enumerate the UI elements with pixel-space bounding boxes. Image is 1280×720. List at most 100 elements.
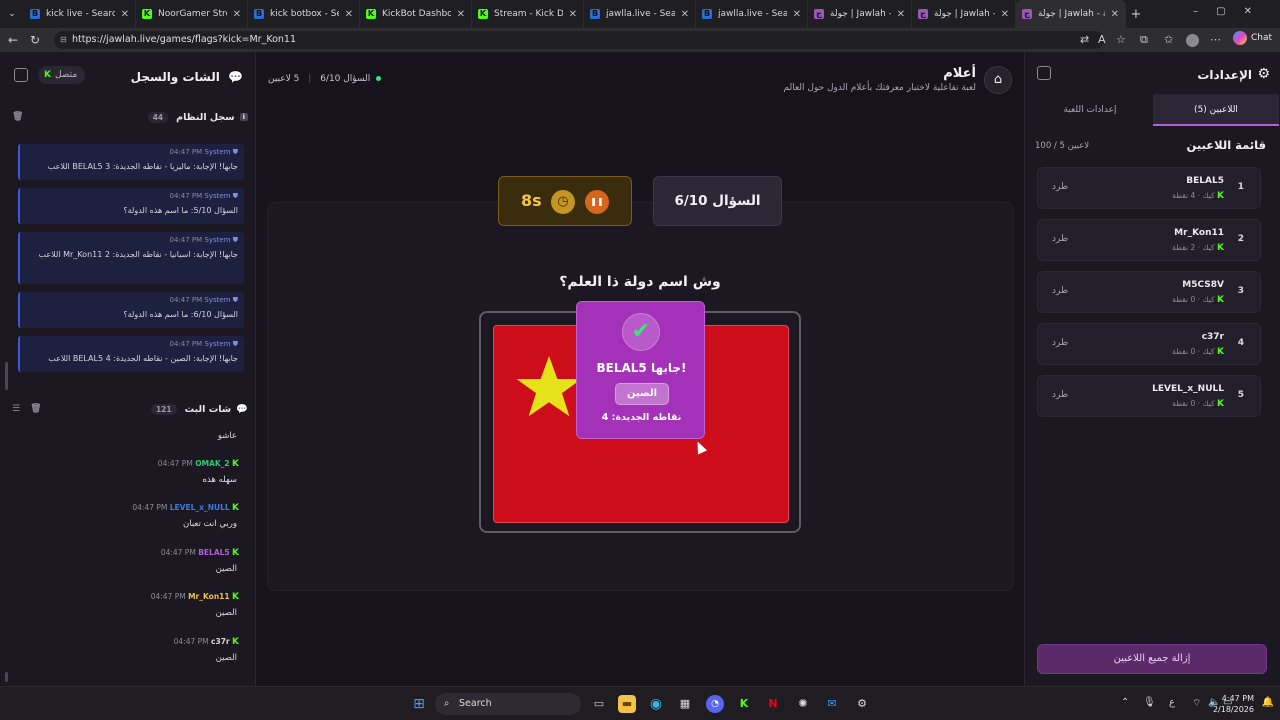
system-log-item: 04:47 PM System ⛊ السؤال 6/10: ما اسم هذه… [18, 292, 244, 328]
close-tab-icon[interactable]: ✕ [569, 9, 577, 20]
checkmark-icon: ✔ [622, 313, 660, 351]
chat-panel-title: الشات والسجل 💬 [131, 70, 243, 84]
browser-tab[interactable]: ج جولة | Jawlah - منصة ✕ [912, 0, 1016, 28]
wifi-icon[interactable]: ⌔ [1192, 697, 1201, 710]
system-log-text: اللاعب BELAL5 جابها! الإجابة: ماليزيا - … [47, 162, 238, 171]
chat-username[interactable]: Mr_Kon11 [188, 592, 230, 601]
more-menu-icon[interactable]: ⋯ [1210, 33, 1221, 46]
new-tab-button[interactable]: + [1126, 7, 1146, 22]
system-log-meta: 04:47 PM System ⛊ [26, 296, 239, 305]
close-tab-icon[interactable]: ✕ [897, 9, 905, 20]
trash-icon[interactable]: 🗑 [30, 404, 41, 414]
player-rank: 4 [1237, 338, 1244, 348]
settings-tab[interactable]: إعدادات اللعبة [1027, 94, 1153, 126]
tab-actions-chevron-icon[interactable]: ⌄ [0, 9, 24, 19]
online-dot-icon [376, 76, 382, 81]
browser-tab[interactable]: Bkick live - Search ✕ [24, 0, 136, 28]
microphone-icon[interactable]: 🎙 [1143, 697, 1156, 708]
players-online-text: 5 لاعبين [268, 74, 300, 84]
browser-tab[interactable]: ج جولة | Jawlah - منصة ✕ [808, 0, 912, 28]
kick-player-button[interactable]: طرد [1052, 338, 1068, 348]
chat-scrollbar[interactable] [5, 672, 8, 682]
extensions-icon[interactable]: ⧉ [1140, 33, 1148, 47]
browser-tab[interactable]: Bjawlla.live - Search ✕ [584, 0, 696, 28]
chat-username[interactable]: LEVEL_x_NULL [170, 503, 230, 512]
tab-favicon-icon: B [702, 9, 712, 19]
chat-message-meta: 04:47 PM OMAK_2 K [158, 459, 239, 469]
kick-player-button[interactable]: طرد [1052, 390, 1068, 400]
close-tab-icon[interactable]: ✕ [121, 9, 129, 20]
chat-username[interactable]: BELAL5 [198, 548, 229, 557]
message-time: 04:47 PM [132, 503, 168, 512]
translate-icon[interactable]: ⇄ [1080, 33, 1089, 46]
reload-icon[interactable]: ↻ [24, 33, 46, 47]
browser-tab[interactable]: K NoorGamer Stream ✕ [136, 0, 248, 28]
kick-player-button[interactable]: طرد [1052, 182, 1068, 192]
close-tab-icon[interactable]: ✕ [233, 9, 241, 20]
chat-message-meta: 04:47 PM BELAL5 K [161, 548, 239, 558]
kick-player-button[interactable]: طرد [1052, 234, 1068, 244]
close-tab-icon[interactable]: ✕ [345, 9, 353, 20]
close-tab-icon[interactable]: ✕ [457, 9, 465, 20]
store-icon[interactable]: ▦ [676, 695, 694, 713]
system-log-count: 44 [147, 111, 169, 123]
browser-tab[interactable]: Bkick botbox - Search ✕ [248, 0, 360, 28]
netflix-icon[interactable]: N [764, 695, 782, 713]
pause-button[interactable]: ❚❚ [585, 190, 609, 214]
system-log-item: 04:47 PM System ⛊ اللاعب BELAL5 جابها! ال… [18, 336, 244, 372]
task-view-icon[interactable]: ▭ [590, 695, 608, 713]
back-arrow-icon[interactable]: ← [2, 33, 24, 47]
system-log-text: اللاعب Mr_Kon11 جابها! الإجابة: اسبانيا … [38, 250, 238, 259]
windows-start-icon[interactable]: ⊞ [410, 695, 428, 713]
copilot-chat-button[interactable]: Chat [1232, 31, 1272, 45]
browser-tab[interactable]: K KickBot Dashboard ✕ [360, 0, 472, 28]
discord-icon[interactable]: ◔ [706, 695, 724, 713]
settings-tab[interactable]: اللاعبين (5) [1153, 94, 1279, 126]
site-info-icon[interactable]: ⊟ [60, 31, 67, 49]
url-field[interactable]: ⊟ https://jawlah.live/games/flags?kick=M… [54, 31, 1104, 49]
kick-badge-icon: K [232, 459, 239, 469]
kick-app-icon[interactable]: K [735, 695, 753, 713]
close-tab-icon[interactable]: ✕ [681, 9, 689, 20]
kick-player-button[interactable]: طرد [1052, 286, 1068, 296]
window-controls[interactable]: –▢✕ [1193, 6, 1270, 17]
settings-app-icon[interactable]: ⚙ [853, 695, 871, 713]
player-name: c37r [1201, 332, 1224, 342]
game-area: ⌂ أعلام لعبة تفاعلية لاختبار معرفتك بأعل… [256, 52, 1024, 686]
collapse-left-panel-icon[interactable] [14, 68, 28, 82]
tray-chevron-icon[interactable]: ⌃ [1121, 697, 1129, 708]
game-subtitle: لعبة تفاعلية لاختبار معرفتك بأعلام الدول… [783, 83, 976, 93]
browser-tab[interactable]: K Stream - Kick Dashb ✕ [472, 0, 584, 28]
favorite-star-icon[interactable]: ☆ [1116, 33, 1126, 46]
close-tab-icon[interactable]: ✕ [1111, 9, 1119, 20]
home-button[interactable]: ⌂ [984, 66, 1012, 94]
close-tab-icon[interactable]: ✕ [793, 9, 801, 20]
favorites-icon[interactable]: ✩ [1164, 33, 1173, 46]
chat-list-icon[interactable]: ☰ [12, 404, 20, 414]
profile-avatar[interactable] [1186, 34, 1199, 47]
edge-icon[interactable]: ◉ [647, 695, 665, 713]
collapse-right-panel-icon[interactable] [1037, 66, 1051, 80]
browser-tab[interactable]: ج جولة | Jawlah - منصة ✕ [1016, 0, 1126, 28]
clear-all-players-button[interactable]: إزالة جميع اللاعبين [1037, 644, 1267, 674]
trash-icon[interactable]: 🗑 [12, 112, 23, 122]
chat-message-meta: 04:47 PM LEVEL_x_NULL K [132, 503, 239, 513]
chatgpt-icon[interactable]: ✺ [794, 695, 812, 713]
taskbar-search[interactable]: ⌕ Search [435, 693, 581, 715]
notifications-icon[interactable]: 🔔 [1262, 697, 1274, 708]
close-tab-icon[interactable]: ✕ [1001, 9, 1009, 20]
outlook-icon[interactable]: ✉ [823, 695, 841, 713]
kick-logo-icon: K [44, 70, 51, 80]
read-aloud-icon[interactable]: A [1098, 33, 1106, 46]
system-log-meta: 04:47 PM System ⛊ [26, 192, 239, 201]
system-log-meta: 04:47 PM System ⛊ [26, 148, 239, 157]
taskbar-clock[interactable]: 4:47 PM 2/18/2026 [1213, 693, 1254, 715]
chat-username[interactable]: OMAK_2 [195, 459, 229, 468]
chat-username[interactable]: c37r [211, 637, 230, 646]
file-explorer-icon[interactable]: ▬ [618, 695, 636, 713]
system-log-scroll-indicator[interactable] [5, 362, 8, 390]
popup-points-text: نقاطه الجديدة: 4 [601, 412, 682, 423]
input-language-indicator[interactable]: ع [1169, 697, 1175, 708]
player-meta: كيك · 2 نقطة K [1172, 243, 1224, 253]
browser-tab[interactable]: Bjawlla.live - Search In ✕ [696, 0, 808, 28]
